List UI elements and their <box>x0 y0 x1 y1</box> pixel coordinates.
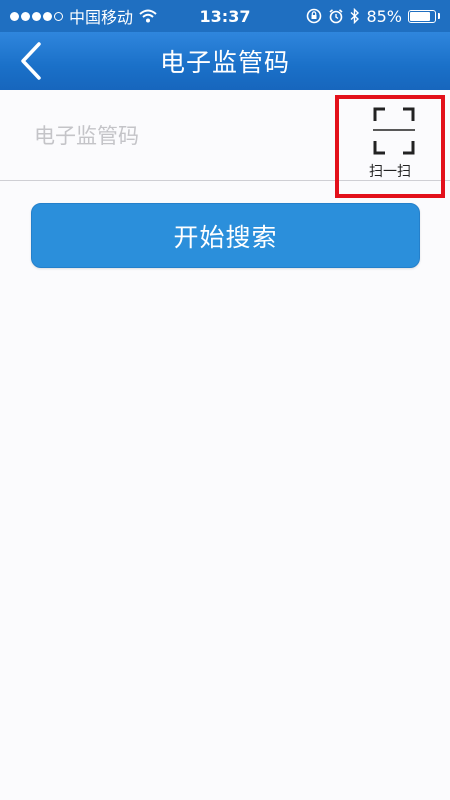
page-title: 电子监管码 <box>159 48 290 77</box>
status-left: 中国移动 <box>10 4 157 28</box>
code-input[interactable] <box>32 114 326 158</box>
battery-tip <box>438 13 440 19</box>
battery-level <box>410 11 431 21</box>
status-bar: 中国移动 13:37 85% <box>0 0 450 32</box>
bluetooth-icon <box>350 8 360 24</box>
alarm-icon <box>329 9 343 24</box>
status-right: 85% <box>306 7 440 26</box>
carrier-name: 中国移动 <box>69 8 134 27</box>
scan-label: 扫一扫 <box>369 164 411 180</box>
nav-bar: 电子监管码 <box>0 32 450 90</box>
chevron-left-icon <box>21 42 41 80</box>
battery-icon <box>408 9 436 23</box>
signal-strength-icon <box>10 11 63 21</box>
wifi-icon <box>139 9 157 23</box>
scan-frame-icon <box>373 107 415 155</box>
status-time: 13:37 <box>199 6 251 26</box>
back-button[interactable] <box>6 32 56 90</box>
start-search-button[interactable]: 开始搜索 <box>31 203 420 268</box>
scan-button[interactable]: 扫一扫 <box>335 95 445 198</box>
search-button-label: 开始搜索 <box>173 222 278 252</box>
battery-percent: 85% <box>366 6 402 26</box>
rotation-lock-icon <box>307 8 322 24</box>
